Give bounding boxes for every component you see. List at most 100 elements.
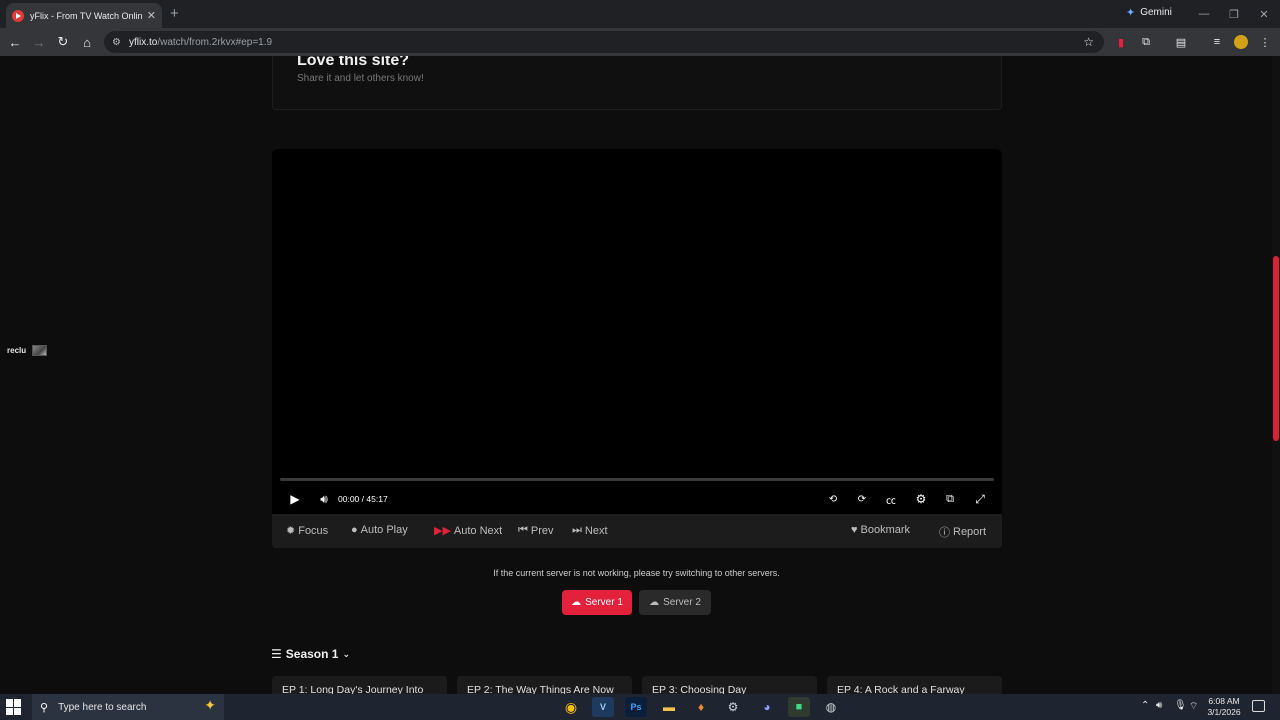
- taskbar-clock[interactable]: 6:08 AM 3/1/2026: [1204, 696, 1244, 718]
- steam-icon[interactable]: ⚙: [722, 697, 744, 717]
- extensions-puzzle-icon[interactable]: ⧉: [1138, 34, 1154, 50]
- taskbar-search[interactable]: ⚲ Type here to search ✦: [32, 694, 224, 720]
- address-bar[interactable]: ⚙ yflix.to /watch/from.2rkvx#ep=1.9 ☆: [104, 31, 1104, 53]
- reading-list-icon[interactable]: ≡: [1209, 34, 1225, 50]
- bookmark-star-icon[interactable]: ☆: [1083, 35, 1094, 49]
- bookmark-label: Bookmark: [860, 524, 911, 536]
- chrome-icon[interactable]: ◉: [560, 697, 582, 717]
- next-label: Next: [584, 524, 608, 537]
- episode-item[interactable]: EP 2: The Way Things Are Now: [457, 676, 632, 694]
- prev-label: Prev: [530, 524, 554, 537]
- file-explorer-icon[interactable]: ▬: [658, 697, 680, 717]
- windows-start-icon[interactable]: [6, 699, 22, 715]
- back-icon[interactable]: ←: [6, 33, 24, 51]
- skip-back-icon: ⏮: [518, 524, 528, 536]
- gemini-icon: ✦: [1126, 7, 1136, 19]
- server-1-button[interactable]: ☁ Server 1: [562, 590, 632, 615]
- browser-tab-bar: yFlix - From TV Watch Online F ✕ + ✦ Gem…: [0, 0, 1280, 28]
- prev-button[interactable]: ⏮ Prev: [518, 524, 554, 537]
- cloud-icon: ☁: [571, 597, 582, 608]
- forward-icon[interactable]: →: [30, 33, 48, 51]
- app-icon[interactable]: ◍: [820, 697, 842, 717]
- tab-title: yFlix - From TV Watch Online F: [30, 10, 142, 21]
- video-player[interactable]: ▶ 🔊︎ 00:00 / 45:17 ⟲ ⟳ ㏄ ⚙ ⧉ ⤢: [272, 149, 1002, 514]
- photoshop-icon[interactable]: Ps: [625, 697, 647, 717]
- minimize-icon[interactable]: —: [1189, 0, 1219, 28]
- next-button[interactable]: ⏭ Next: [572, 524, 608, 537]
- volume-icon[interactable]: 🔊︎: [313, 489, 335, 509]
- server-note: If the current server is not working, pl…: [493, 568, 780, 578]
- discord-icon[interactable]: ◕: [756, 697, 778, 717]
- fullscreen-icon[interactable]: ⤢: [969, 489, 991, 509]
- scrollbar[interactable]: [1272, 56, 1280, 694]
- duration: 45:17: [366, 494, 388, 504]
- tab-close-icon[interactable]: ✕: [147, 9, 156, 22]
- heart-icon: ♥: [851, 524, 858, 536]
- chevron-up-icon[interactable]: ⌃: [1141, 700, 1149, 711]
- alert-icon: ⓘ: [939, 527, 950, 539]
- report-label: Report: [953, 526, 987, 538]
- time-separator: /: [361, 494, 365, 504]
- focus-label: Focus: [298, 524, 329, 537]
- site-info-icon[interactable]: ⚙: [112, 37, 121, 48]
- scrollbar-thumb[interactable]: [1273, 256, 1279, 441]
- extension-icon[interactable]: ▮: [1113, 34, 1129, 50]
- browser-tab[interactable]: yFlix - From TV Watch Online F ✕: [6, 3, 162, 28]
- reload-icon[interactable]: ↻: [54, 33, 72, 51]
- chevron-down-icon: ⌄: [342, 648, 351, 659]
- speaker-icon[interactable]: 🔊︎: [1156, 700, 1162, 711]
- server-1-label: Server 1: [585, 597, 623, 608]
- list-icon: ☰: [271, 647, 282, 661]
- auto-next-button[interactable]: ▶▶ Auto Next: [434, 524, 503, 538]
- auto-play-label: Auto Play: [360, 524, 408, 536]
- app-icon[interactable]: ■: [788, 697, 810, 717]
- search-icon: ⚲: [40, 701, 49, 714]
- progress-bar[interactable]: [280, 478, 994, 481]
- share-box: Love this site? Share it and let others …: [272, 56, 1002, 110]
- gemini-button[interactable]: ✦ Gemini: [1126, 6, 1172, 19]
- new-tab-icon[interactable]: +: [170, 5, 179, 22]
- episode-item[interactable]: EP 3: Choosing Day: [642, 676, 817, 694]
- fl-studio-icon[interactable]: ♦: [690, 697, 712, 717]
- window-close-icon[interactable]: ✕: [1249, 0, 1279, 28]
- sun-icon: ✹: [286, 525, 296, 537]
- report-button[interactable]: ⓘ Report: [939, 524, 986, 540]
- bookmark-button[interactable]: ♥ Bookmark: [851, 524, 910, 536]
- taskbar: ⚲ Type here to search ✦ ◉ V Ps ▬ ♦ ⚙ ◕ ■…: [0, 694, 1280, 720]
- auto-next-label: Auto Next: [453, 524, 503, 537]
- microphone-icon[interactable]: 🎙︎: [1174, 700, 1187, 711]
- sparkles-icon: ✦: [204, 697, 216, 713]
- rewind-10-icon[interactable]: ⟲: [822, 489, 844, 509]
- fast-forward-icon: ▶▶: [434, 525, 451, 537]
- profile-avatar[interactable]: [1234, 35, 1248, 49]
- menu-dots-icon[interactable]: ⋮: [1257, 34, 1273, 50]
- media-control-icon[interactable]: ▤: [1173, 34, 1189, 50]
- episode-item[interactable]: EP 4: A Rock and a Farway: [827, 676, 1002, 694]
- forward-10-icon[interactable]: ⟳: [851, 489, 873, 509]
- clock-date: 3/1/2026: [1207, 707, 1241, 717]
- season-selector[interactable]: ☰ Season 1 ⌄: [271, 647, 350, 661]
- skip-forward-icon: ⏭: [572, 524, 582, 536]
- restore-icon[interactable]: ❐: [1219, 0, 1249, 28]
- play-icon[interactable]: ▶: [284, 489, 306, 509]
- cloud-icon: ☁: [649, 597, 660, 608]
- focus-button[interactable]: ✹ Focus: [286, 524, 329, 538]
- share-subtitle: Share it and let others know!: [297, 73, 424, 84]
- side-widget[interactable]: reclu: [7, 345, 48, 356]
- notification-icon[interactable]: [1252, 700, 1265, 712]
- captions-icon[interactable]: ㏄: [880, 489, 902, 509]
- server-2-button[interactable]: ☁ Server 2: [639, 590, 711, 615]
- home-icon[interactable]: ⌂: [78, 33, 96, 51]
- picture-in-picture-icon[interactable]: ⧉: [939, 489, 961, 509]
- url-path: /watch/from.2rkvx#ep=1.9: [157, 36, 273, 48]
- yflix-favicon-icon: [12, 9, 24, 22]
- settings-gear-icon[interactable]: ⚙: [910, 489, 932, 509]
- network-icon[interactable]: ⌔: [1189, 700, 1198, 713]
- page-content: Love this site? Share it and let others …: [0, 56, 1280, 694]
- play-circle-icon: ●: [351, 524, 358, 536]
- episode-item[interactable]: EP 1: Long Day's Journey Into: [272, 676, 447, 694]
- auto-play-button[interactable]: ● Auto Play: [351, 524, 408, 536]
- gemini-label: Gemini: [1140, 7, 1172, 18]
- search-placeholder: Type here to search: [58, 701, 147, 713]
- visual-studio-icon[interactable]: V: [592, 697, 614, 717]
